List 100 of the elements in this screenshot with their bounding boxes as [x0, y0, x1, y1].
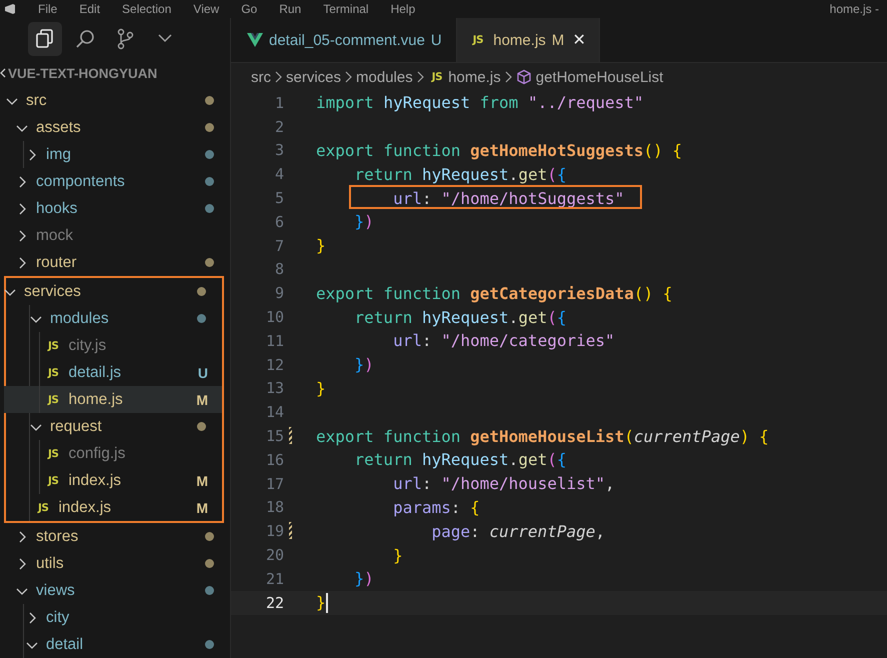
chevron-right-icon [275, 71, 282, 83]
tree-item[interactable]: detail [0, 631, 230, 658]
breadcrumb-item[interactable]: src [251, 68, 271, 86]
line-number: 20 [264, 546, 284, 564]
tree-item[interactable]: router [0, 249, 230, 276]
window-title: home.js - [830, 2, 879, 16]
js-file-icon: JS [48, 340, 58, 352]
code-line: }) [354, 569, 374, 588]
js-file-icon: JS [432, 71, 442, 83]
js-file-icon: JS [48, 394, 58, 406]
line-number: 18 [264, 498, 284, 516]
tree-item[interactable]: img [0, 141, 230, 168]
tree-item[interactable]: mock [0, 222, 230, 249]
breadcrumb-item[interactable]: home.js [448, 68, 501, 86]
folder-name: utils [36, 554, 64, 572]
chevron-left-icon [0, 68, 6, 78]
tree-item[interactable]: hooks [0, 195, 230, 222]
code-line: } [392, 546, 403, 565]
code-line: url: "/home/hotSuggests" [392, 188, 624, 208]
code-line: page: currentPage, [430, 522, 605, 541]
line-number: 10 [264, 308, 284, 326]
file-name: index.js [58, 498, 112, 516]
close-button[interactable]: ✕ [572, 30, 586, 50]
js-file-icon: JS [48, 366, 58, 378]
code-line: return hyRequest.get({ [354, 308, 566, 327]
tree-item[interactable]: JS index.js M [4, 467, 222, 494]
tree-item[interactable]: assets [0, 114, 230, 141]
code-line: } [316, 593, 326, 612]
menu-item[interactable]: Selection [122, 2, 172, 16]
file-name: index.js [68, 472, 122, 490]
tree-item[interactable]: views [0, 577, 230, 604]
tree-item[interactable]: request [4, 413, 222, 440]
breadcrumb-item[interactable]: modules [356, 68, 413, 86]
folder-name: mock [36, 226, 74, 244]
tab-label: detail_05-comment.vue [269, 32, 425, 48]
chevron-right-icon [345, 71, 352, 83]
tree-item[interactable]: src [0, 87, 230, 114]
line-number: 2 [274, 118, 284, 136]
tree-item[interactable]: stores [0, 523, 230, 550]
tree-item[interactable]: compontents [0, 168, 230, 195]
cube-icon [516, 69, 532, 85]
js-file-icon: JS [472, 34, 484, 46]
code-line: } [316, 378, 326, 398]
project-title: VUE-TEXT-HONGYUAN [8, 66, 158, 81]
breadcrumb-item[interactable]: services [286, 68, 342, 86]
git-status: U [198, 364, 208, 380]
vue-file-icon [247, 32, 263, 48]
folder-name: request [50, 418, 102, 436]
folder-name: stores [36, 528, 78, 546]
line-number: 21 [264, 570, 284, 588]
line-number: 22 [264, 594, 284, 612]
folder-name: compontents [36, 172, 125, 190]
menu-item[interactable]: Go [241, 2, 258, 16]
tree-item[interactable]: city [0, 604, 230, 631]
folder-name: detail [46, 636, 84, 654]
branch-icon [116, 28, 134, 50]
search-icon [75, 28, 95, 49]
activity-button[interactable] [28, 22, 62, 56]
line-number: 15 [264, 427, 284, 446]
menu-item[interactable]: Help [390, 2, 416, 16]
code-line: url: "/home/categories" [392, 331, 615, 350]
tree-item[interactable]: services [4, 278, 222, 305]
line-number: 5 [274, 189, 284, 208]
tree-item[interactable]: JS detail.js U [4, 359, 222, 386]
code-line: params: { [392, 498, 480, 517]
code-line: export function getHomeHouseList(currentPage) { [316, 426, 769, 446]
file-name: config.js [68, 444, 126, 462]
line-number: 16 [264, 450, 284, 469]
js-file-icon: JS [48, 448, 58, 460]
code-line: }) [354, 355, 374, 374]
tree-item[interactable]: JS index.js M [4, 494, 222, 521]
line-number: 1 [274, 94, 284, 112]
tree-item[interactable]: JS config.js [4, 440, 222, 467]
line-number: 13 [264, 379, 284, 398]
folder-name: services [24, 282, 81, 300]
editor-tab[interactable]: JS home.js M ✕ [456, 18, 600, 62]
tree-item[interactable]: JS home.js M [4, 386, 222, 413]
git-status: M [196, 392, 208, 408]
code-line: } [316, 236, 326, 256]
menu-item[interactable]: File [38, 2, 58, 16]
line-number: 11 [264, 332, 284, 350]
line-number: 8 [274, 260, 284, 278]
tree-item[interactable]: JS city.js [4, 332, 222, 359]
line-number: 7 [274, 236, 284, 255]
folder-name: views [36, 582, 75, 600]
tree-item[interactable]: modules [4, 305, 222, 332]
file-name: detail.js [68, 364, 122, 382]
line-number: 3 [274, 141, 284, 160]
tree-item[interactable]: utils [0, 550, 230, 577]
menu-item[interactable]: Edit [79, 2, 100, 16]
files-icon [35, 28, 55, 49]
menu-item[interactable]: View [193, 2, 220, 16]
git-status: M [196, 500, 208, 516]
line-number: 14 [264, 403, 284, 422]
code-line: return hyRequest.get({ [354, 450, 566, 470]
folder-name: assets [36, 118, 81, 136]
menu-item[interactable]: Terminal [323, 2, 369, 16]
menu-item[interactable]: Run [279, 2, 302, 16]
git-status: U [430, 32, 442, 48]
breadcrumb-item[interactable]: getHomeHouseList [536, 68, 664, 86]
